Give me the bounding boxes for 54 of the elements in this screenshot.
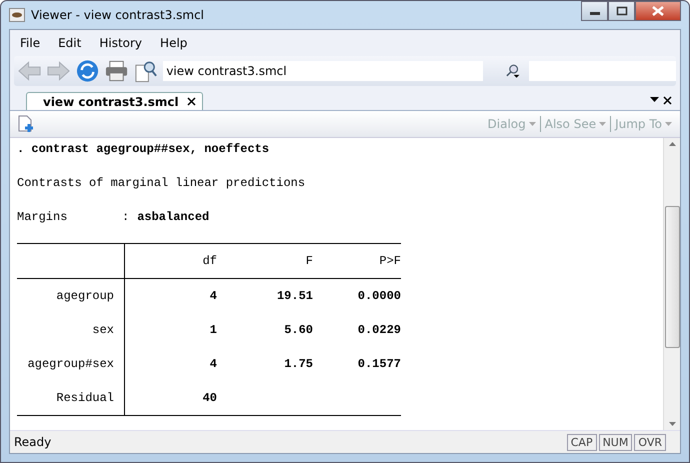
scroll-down-icon[interactable] bbox=[668, 422, 676, 426]
menu-item[interactable]: Edit bbox=[58, 36, 82, 50]
close-icon[interactable] bbox=[186, 97, 196, 106]
key-indicator: OVR bbox=[634, 434, 666, 450]
table-cell-text: 0.0229 bbox=[356, 322, 401, 338]
table-cell-text: 40 bbox=[202, 390, 217, 406]
caret-icon bbox=[599, 122, 606, 126]
window-title: Viewer - view contrast3.smcl bbox=[31, 8, 204, 22]
close-icon[interactable] bbox=[663, 96, 672, 104]
close-icon bbox=[651, 6, 665, 16]
table-cell-text: 4 bbox=[208, 356, 217, 372]
table-cell-text: 5.60 bbox=[283, 322, 313, 338]
refresh-icon[interactable] bbox=[76, 59, 100, 83]
margins-label: Margins bbox=[17, 209, 68, 226]
close-button[interactable] bbox=[635, 1, 681, 21]
command-line: . contrast agegroup##sex, noeffects bbox=[17, 141, 270, 158]
document-tab[interactable]: view contrast3.smcl bbox=[26, 92, 203, 110]
key-indicator: CAP bbox=[566, 434, 597, 450]
column-header: df bbox=[202, 252, 217, 270]
output-heading: Contrasts of marginal linear predictions bbox=[17, 175, 306, 192]
menu-item[interactable]: Help bbox=[160, 36, 188, 50]
column-header: P>F bbox=[378, 252, 401, 270]
row-label: agegroup bbox=[17, 279, 125, 313]
caret-icon bbox=[665, 122, 672, 126]
eye-icon bbox=[9, 8, 25, 22]
minimize-button[interactable] bbox=[581, 1, 608, 21]
scrollbar[interactable] bbox=[663, 138, 680, 430]
separator-text: : bbox=[122, 210, 130, 224]
row-label: agegroup#sex bbox=[17, 347, 125, 381]
address-field[interactable]: view contrast3.smcl bbox=[163, 61, 484, 81]
search-field[interactable] bbox=[528, 61, 676, 81]
new-document-icon[interactable] bbox=[18, 115, 34, 133]
printer-icon[interactable] bbox=[105, 60, 128, 82]
table-cell-text: 19.51 bbox=[276, 288, 313, 304]
row-label: sex bbox=[17, 313, 125, 347]
column-header: F bbox=[304, 252, 313, 270]
search-icon[interactable] bbox=[505, 63, 521, 79]
status-text: Ready bbox=[14, 435, 52, 449]
menu-item[interactable]: History bbox=[99, 36, 142, 50]
key-indicator: NUM bbox=[598, 434, 632, 450]
scroll-up-icon[interactable] bbox=[668, 142, 676, 146]
table-cell-text: 0.1577 bbox=[356, 356, 401, 372]
table-cell-text: 1.75 bbox=[283, 356, 313, 372]
table-cell-text: 1 bbox=[208, 322, 217, 338]
caret-icon bbox=[528, 122, 536, 126]
table-cell-text: 0.0000 bbox=[356, 288, 401, 304]
table-cell-text: 4 bbox=[208, 288, 217, 304]
maximize-button[interactable] bbox=[608, 1, 635, 21]
row-label: Residual bbox=[17, 381, 125, 415]
margins-value: asbalanced bbox=[137, 210, 210, 224]
dropdown-icon[interactable] bbox=[650, 97, 659, 103]
menu-item[interactable]: File bbox=[20, 36, 40, 50]
maximize-icon bbox=[616, 6, 628, 16]
document-search-icon[interactable] bbox=[134, 59, 158, 83]
